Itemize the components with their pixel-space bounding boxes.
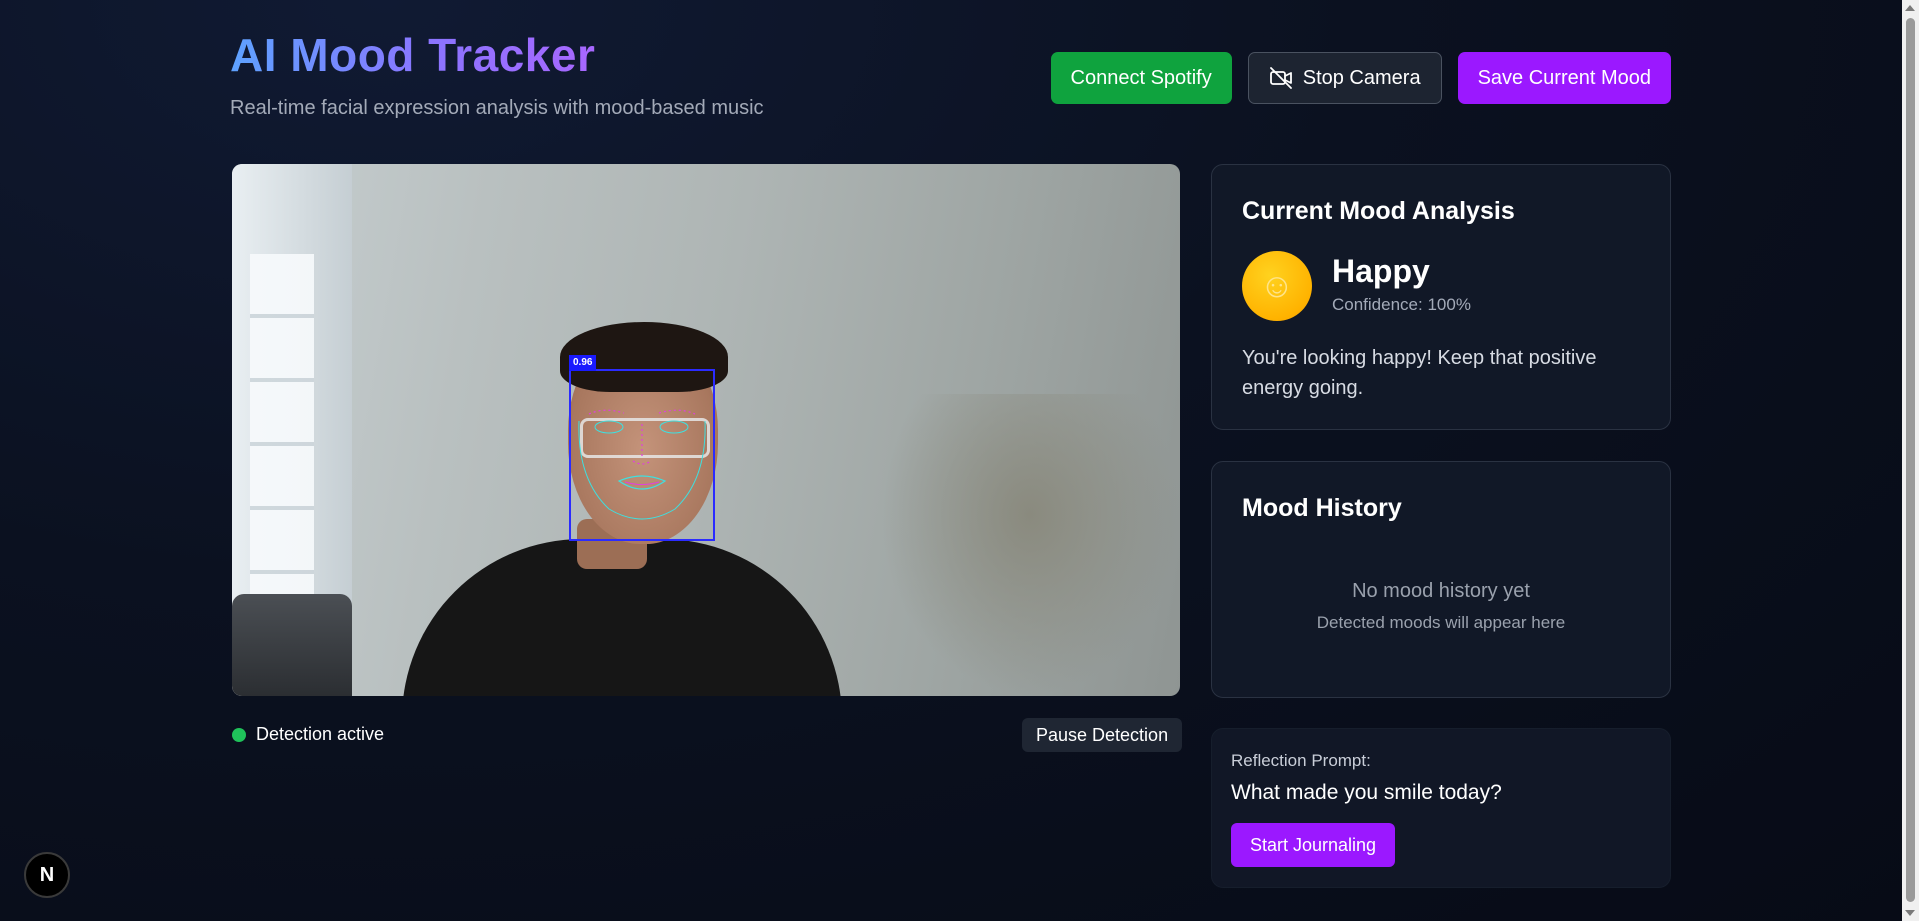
start-journaling-button[interactable]: Start Journaling [1231, 823, 1396, 867]
feed-shadow [880, 394, 1180, 696]
save-mood-label: Save Current Mood [1477, 66, 1651, 89]
app-root: AI Mood Tracker Real-time facial express… [0, 0, 1919, 921]
mood-name: Happy [1332, 253, 1430, 289]
page-scrollbar[interactable] [1902, 0, 1919, 921]
mood-emoji-glyph: ☺ [1259, 266, 1295, 305]
mood-confidence: Confidence: 100% [1332, 295, 1471, 314]
mood-history-heading: Mood History [1242, 494, 1402, 522]
nextjs-dev-badge[interactable]: N [24, 852, 70, 898]
camera-off-icon [1269, 67, 1292, 89]
nextjs-badge-letter: N [39, 863, 55, 886]
history-empty-subtext: Detected moods will appear here [1316, 613, 1566, 632]
page-title: AI Mood Tracker [230, 29, 596, 81]
reflection-question: What made you smile today? [1231, 781, 1502, 804]
mood-history-card: Mood History No mood history yet Detecte… [1211, 461, 1671, 698]
history-empty-text: No mood history yet [1352, 580, 1530, 602]
detection-status: Detection active [232, 724, 384, 745]
status-dot [232, 727, 246, 742]
save-mood-button[interactable]: Save Current Mood [1457, 52, 1671, 104]
reflection-label: Reflection Prompt: [1231, 751, 1371, 770]
header-actions: Connect Spotify Stop Camera Save Current… [1050, 52, 1671, 104]
reflection-card: Reflection Prompt: What made you smile t… [1211, 728, 1671, 888]
current-mood-heading: Current Mood Analysis [1242, 197, 1515, 225]
connect-spotify-button[interactable]: Connect Spotify [1050, 52, 1232, 104]
stop-camera-label: Stop Camera [1302, 66, 1421, 89]
camera-feed: 0.96 [232, 164, 1180, 696]
pause-detection-button[interactable]: Pause Detection [1022, 718, 1183, 752]
scroll-up-arrow-icon[interactable] [1905, 5, 1915, 11]
happy-face-icon: ☺ [1242, 251, 1312, 321]
scroll-thumb[interactable] [1906, 18, 1915, 902]
connect-spotify-label: Connect Spotify [1070, 66, 1212, 89]
current-mood-card: Current Mood Analysis ☺ Happy Confidence… [1211, 164, 1671, 430]
scroll-down-arrow-icon[interactable] [1905, 910, 1915, 916]
mood-description: You're looking happy! Keep that positive… [1242, 347, 1597, 399]
stop-camera-button[interactable]: Stop Camera [1247, 52, 1442, 104]
page-subtitle: Real-time facial expression analysis wit… [230, 97, 764, 119]
face-landmarks [578, 409, 706, 520]
feed-chair [232, 594, 352, 696]
detection-status-label: Detection active [256, 724, 385, 744]
